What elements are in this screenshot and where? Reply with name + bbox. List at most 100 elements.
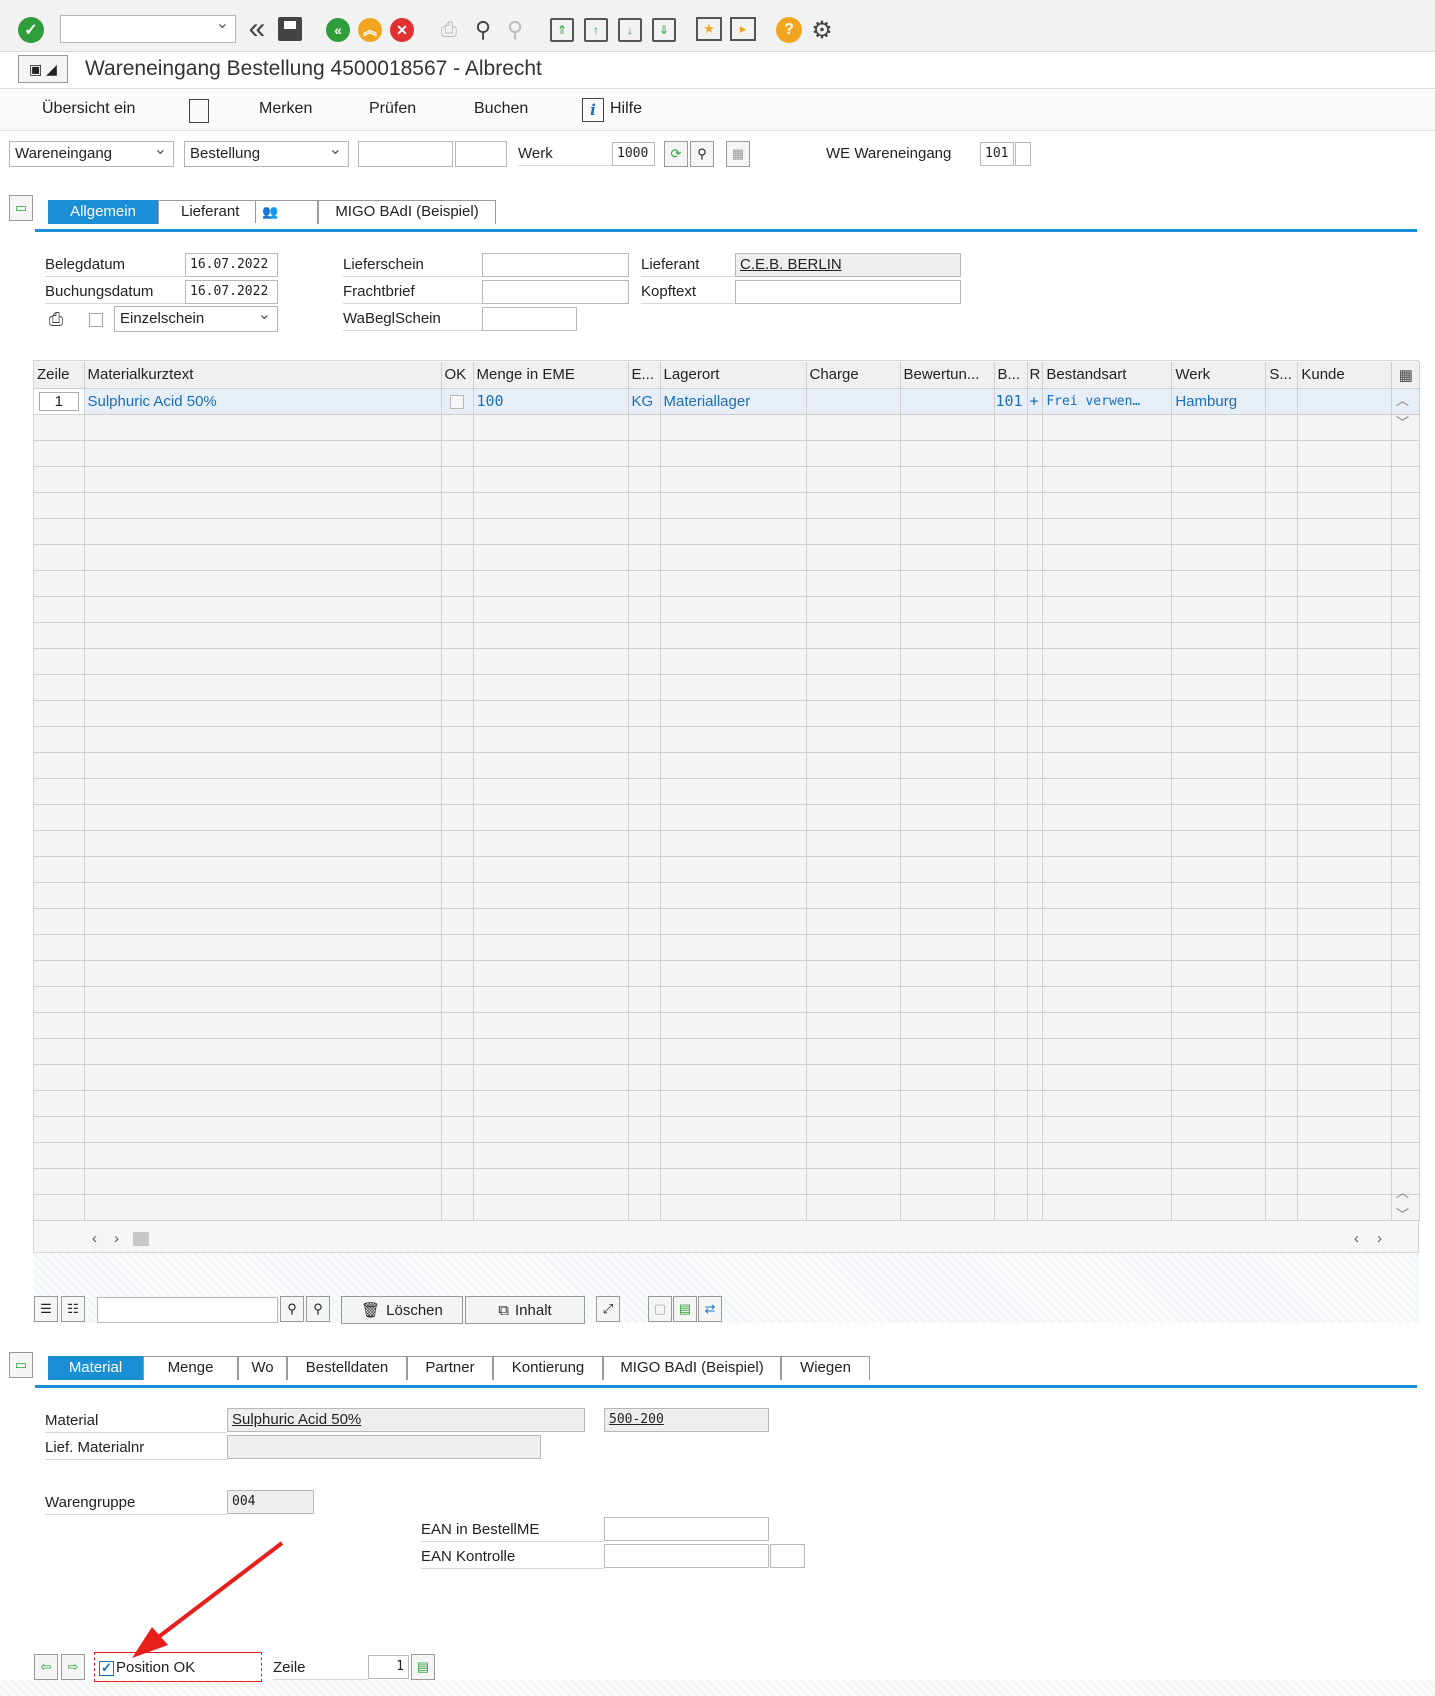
empty-cell[interactable] [806,1116,901,1143]
material-text-field[interactable]: Sulphuric Acid 50% [227,1408,585,1432]
empty-cell[interactable] [1027,674,1044,701]
empty-cell[interactable] [660,882,807,909]
empty-cell[interactable] [84,830,442,857]
empty-cell[interactable] [1391,440,1421,467]
back-icon[interactable]: « [326,18,350,42]
cell-customer[interactable] [1297,388,1393,415]
empty-cell[interactable] [34,1090,85,1117]
empty-cell[interactable] [34,1194,85,1221]
checkmark-icon[interactable]: ✓ [18,17,44,43]
empty-cell[interactable] [34,544,85,571]
empty-cell[interactable] [994,934,1028,961]
empty-table-row[interactable] [34,596,1421,623]
empty-cell[interactable] [84,674,442,701]
item-find-icon[interactable]: ⚲ [280,1296,304,1322]
column-header[interactable]: S... [1265,362,1299,389]
empty-cell[interactable] [473,856,629,883]
empty-cell[interactable] [806,752,901,779]
empty-cell[interactable] [1042,778,1173,805]
empty-cell[interactable] [84,1116,442,1143]
empty-cell[interactable] [806,1168,901,1195]
empty-table-row[interactable] [34,986,1421,1013]
empty-cell[interactable] [1171,622,1267,649]
empty-cell[interactable] [900,518,995,545]
empty-cell[interactable] [1042,934,1173,961]
empty-cell[interactable] [84,440,442,467]
exit-icon[interactable]: ︽ [358,18,382,42]
empty-cell[interactable] [994,726,1028,753]
empty-cell[interactable] [806,1012,901,1039]
empty-cell[interactable] [806,596,901,623]
empty-cell[interactable] [994,1142,1028,1169]
empty-cell[interactable] [1171,492,1267,519]
empty-cell[interactable] [1265,856,1299,883]
empty-cell[interactable] [84,648,442,675]
empty-cell[interactable] [1391,1116,1421,1143]
empty-cell[interactable] [994,466,1028,493]
empty-cell[interactable] [1265,674,1299,701]
empty-cell[interactable] [1171,648,1267,675]
empty-cell[interactable] [1265,1142,1299,1169]
empty-cell[interactable] [1391,518,1421,545]
empty-cell[interactable] [1297,1090,1393,1117]
empty-table-row[interactable] [34,882,1421,909]
create-session-icon[interactable]: ★ [696,17,722,41]
empty-cell[interactable] [1297,752,1393,779]
empty-cell[interactable] [1391,960,1421,987]
empty-cell[interactable] [1265,570,1299,597]
empty-cell[interactable] [628,570,661,597]
empty-cell[interactable] [628,518,661,545]
printer-icon[interactable]: ⎙ [44,308,68,330]
empty-cell[interactable] [1171,1064,1267,1091]
save-icon[interactable] [278,17,302,41]
empty-cell[interactable] [1027,1012,1044,1039]
empty-cell[interactable] [473,1038,629,1065]
table-row[interactable]: 1 Sulphuric Acid 50% 100 KG Materiallage… [34,388,1421,415]
empty-cell[interactable] [1027,1142,1044,1169]
item-search-input[interactable] [97,1297,278,1323]
empty-cell[interactable] [900,1064,995,1091]
empty-cell[interactable] [900,960,995,987]
empty-cell[interactable] [628,414,661,441]
empty-cell[interactable] [34,440,85,467]
back-double-icon[interactable]: « [244,12,270,45]
empty-cell[interactable] [1265,1168,1299,1195]
empty-cell[interactable] [900,648,995,675]
settings-icon[interactable]: ⚙ [808,16,836,44]
empty-cell[interactable] [441,960,474,987]
empty-cell[interactable] [1297,1064,1393,1091]
empty-cell[interactable] [1265,648,1299,675]
empty-cell[interactable] [34,830,85,857]
empty-cell[interactable] [660,622,807,649]
empty-table-row[interactable] [34,1168,1421,1195]
empty-cell[interactable] [84,726,442,753]
empty-cell[interactable] [806,622,901,649]
empty-cell[interactable] [1171,1038,1267,1065]
empty-cell[interactable] [994,570,1028,597]
empty-cell[interactable] [1391,778,1421,805]
empty-cell[interactable] [1171,570,1267,597]
empty-cell[interactable] [806,1064,901,1091]
empty-cell[interactable] [1171,700,1267,727]
empty-cell[interactable] [441,1142,474,1169]
empty-cell[interactable] [806,934,901,961]
empty-cell[interactable] [473,1090,629,1117]
empty-cell[interactable] [660,414,807,441]
empty-cell[interactable] [628,1194,661,1221]
empty-cell[interactable] [84,778,442,805]
empty-cell[interactable] [660,596,807,623]
empty-cell[interactable] [628,934,661,961]
empty-cell[interactable] [1027,518,1044,545]
empty-cell[interactable] [994,804,1028,831]
empty-cell[interactable] [628,726,661,753]
cancel-icon[interactable]: ✕ [390,18,414,42]
empty-cell[interactable] [473,674,629,701]
movement-extra-input[interactable] [1015,142,1031,166]
empty-cell[interactable] [1171,1142,1267,1169]
toggle-detail-icon[interactable]: ▭ [9,1352,33,1378]
empty-cell[interactable] [473,492,629,519]
empty-cell[interactable] [1042,986,1173,1013]
empty-cell[interactable] [1171,674,1267,701]
empty-cell[interactable] [473,414,629,441]
empty-cell[interactable] [84,570,442,597]
